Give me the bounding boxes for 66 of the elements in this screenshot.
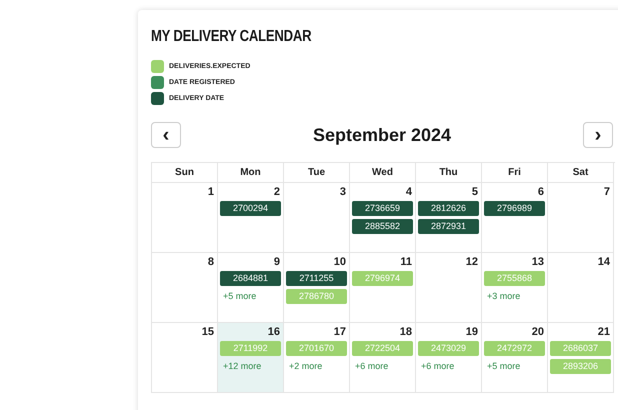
day-cell[interactable]: 19 2473029 +6 more <box>416 323 482 393</box>
weekday-header: Sat <box>548 163 614 183</box>
day-number: 17 <box>334 326 346 338</box>
next-month-button[interactable]: › <box>582 122 613 148</box>
day-number: 5 <box>472 186 478 198</box>
day-number: 18 <box>400 326 412 338</box>
day-cell[interactable]: 6 2796989 <box>482 183 548 253</box>
day-cell[interactable]: 18 2722504 +6 more <box>350 323 416 393</box>
day-cell[interactable]: 17 2701670 +2 more <box>284 323 350 393</box>
day-number: 13 <box>532 256 544 268</box>
more-link[interactable]: +12 more <box>220 361 281 371</box>
day-number: 8 <box>208 256 214 268</box>
more-link[interactable]: +5 more <box>484 361 545 371</box>
day-number: 9 <box>274 256 280 268</box>
day-number: 14 <box>598 256 610 268</box>
more-link[interactable]: +6 more <box>352 361 413 371</box>
page-title: MY DELIVERY CALENDAR <box>151 28 312 46</box>
month-title: September 2024 <box>312 124 452 146</box>
day-cell[interactable]: 14 <box>548 253 614 323</box>
weekday-header: Wed <box>350 163 416 183</box>
previous-month-button[interactable]: ‹ <box>151 122 181 148</box>
weekday-header: Fri <box>482 163 548 183</box>
day-cell[interactable]: 3 <box>284 183 350 253</box>
delivery-event[interactable]: 2796989 <box>484 201 545 216</box>
delivery-event[interactable]: 2885582 <box>352 219 413 234</box>
day-cell[interactable]: 12 <box>416 253 482 323</box>
delivery-event[interactable]: 2711255 <box>286 271 347 286</box>
day-number: 7 <box>604 186 610 198</box>
day-number: 19 <box>466 326 478 338</box>
weekday-header: Sun <box>152 163 218 183</box>
delivery-event[interactable]: 2700294 <box>220 201 281 216</box>
day-cell[interactable]: 8 <box>152 253 218 323</box>
day-number: 20 <box>532 326 544 338</box>
day-number: 16 <box>268 326 280 338</box>
day-cell[interactable]: 16 2711992 +12 more <box>218 323 284 393</box>
day-cell[interactable]: 11 2796974 <box>350 253 416 323</box>
more-link[interactable]: +6 more <box>418 361 479 371</box>
delivery-event[interactable]: 2812626 <box>418 201 479 216</box>
day-number: 2 <box>274 186 280 198</box>
day-number: 4 <box>406 186 412 198</box>
day-number: 3 <box>340 186 346 198</box>
day-cell[interactable]: 2 2700294 <box>218 183 284 253</box>
delivery-event[interactable]: 2736659 <box>352 201 413 216</box>
more-link[interactable]: +5 more <box>220 291 281 301</box>
day-cell[interactable]: 10 2711255 2786780 <box>284 253 350 323</box>
day-number: 15 <box>202 326 214 338</box>
day-number: 12 <box>466 256 478 268</box>
day-cell[interactable]: 9 2684881 +5 more <box>218 253 284 323</box>
day-number: 10 <box>334 256 346 268</box>
day-number: 6 <box>538 186 544 198</box>
day-number: 21 <box>598 326 610 338</box>
day-cell[interactable]: 1 <box>152 183 218 253</box>
weekday-header: Thu <box>416 163 482 183</box>
day-cell[interactable]: 5 2812626 2872931 <box>416 183 482 253</box>
more-link[interactable]: +2 more <box>286 361 347 371</box>
day-cell[interactable]: 13 2755868 +3 more <box>482 253 548 323</box>
day-number: 1 <box>208 186 214 198</box>
day-number: 11 <box>400 256 412 268</box>
weekday-header: Tue <box>284 163 350 183</box>
delivery-event[interactable]: 2684881 <box>220 271 281 286</box>
weekday-header: Mon <box>218 163 284 183</box>
day-cell[interactable]: 7 <box>548 183 614 253</box>
day-cell[interactable]: 4 2736659 2885582 <box>350 183 416 253</box>
day-cell[interactable]: 20 2472972 +5 more <box>482 323 548 393</box>
delivery-event[interactable]: 2872931 <box>418 219 479 234</box>
more-link[interactable]: +3 more <box>484 291 545 301</box>
